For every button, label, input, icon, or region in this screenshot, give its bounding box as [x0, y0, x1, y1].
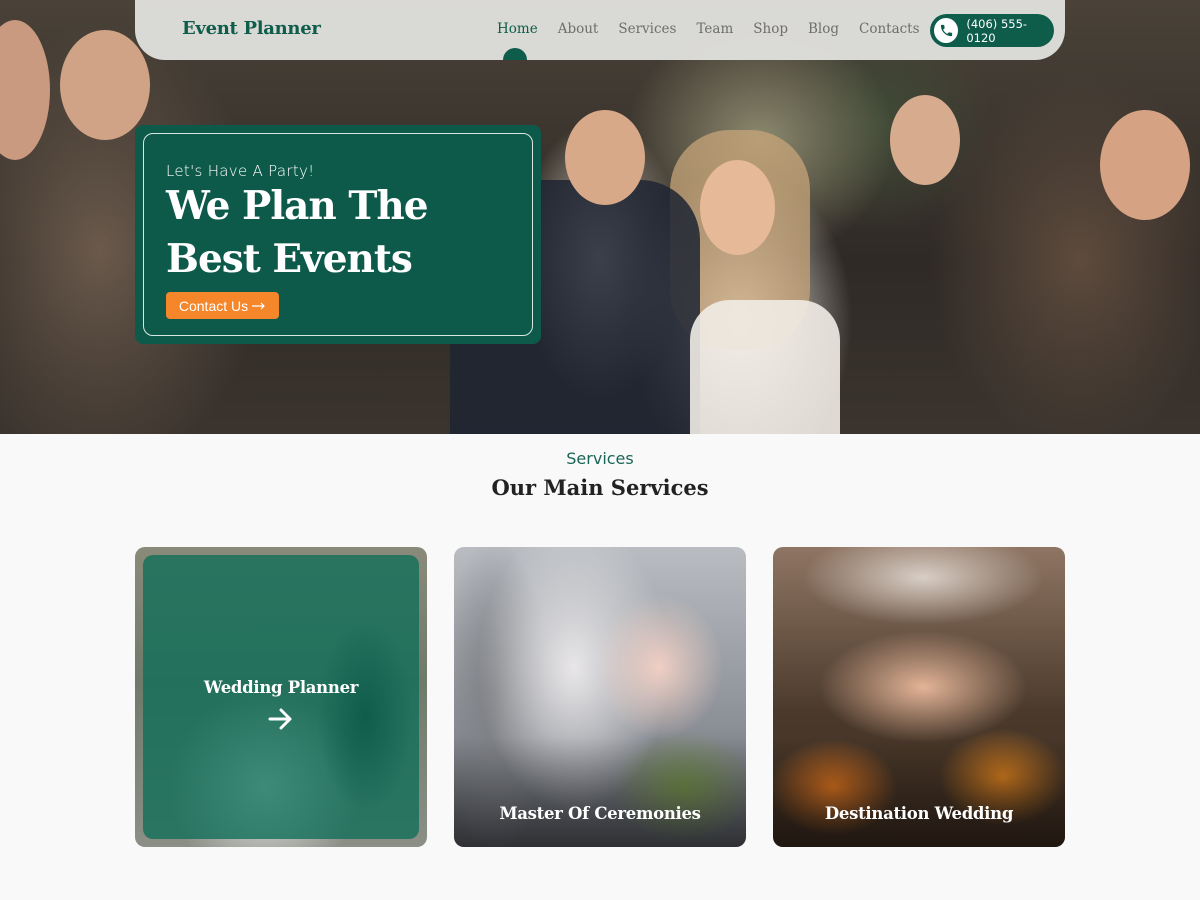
phone-number: (406) 555-0120 [966, 16, 1028, 45]
hero-headline: We Plan The Best Events [166, 183, 429, 282]
contact-us-button[interactable]: Contact Us [166, 292, 279, 319]
card-title: Destination Wedding [824, 804, 1014, 823]
nav-item-services[interactable]: Services [618, 21, 676, 37]
hero-photo-detail [60, 30, 150, 140]
card-shade [773, 737, 1065, 847]
card-shade [454, 737, 746, 847]
service-card-master-of-ceremonies[interactable]: Master Of Ceremonies [454, 547, 746, 847]
nav-item-about[interactable]: About [558, 21, 599, 37]
phone-icon [934, 18, 959, 43]
hero-photo-detail [690, 300, 840, 434]
card-title: Master Of Ceremonies [499, 804, 701, 823]
navbar: Event Planner Home About Services Team S… [135, 0, 1065, 60]
arrow-right-icon [252, 302, 265, 309]
hero-photo-detail [700, 160, 775, 255]
service-card-wedding-planner[interactable]: Wedding Planner [135, 547, 427, 847]
nav-item-home[interactable]: Home [497, 21, 538, 37]
hero-photo-detail [1100, 110, 1190, 220]
nav-item-contacts[interactable]: Contacts [859, 21, 920, 37]
nav-item-blog[interactable]: Blog [808, 21, 839, 37]
main-nav: Home About Services Team Shop Blog Conta… [497, 21, 940, 37]
hero-tagline: Let's Have A Party! [166, 162, 315, 180]
section-title: Our Main Services [491, 475, 709, 500]
contact-us-label: Contact Us [178, 297, 249, 314]
section-eyebrow: Services [566, 449, 634, 468]
hero-photo-detail [890, 95, 960, 185]
hero-card: Let's Have A Party! We Plan The Best Eve… [135, 125, 541, 344]
brand-logo[interactable]: Event Planner [182, 18, 321, 39]
hero-photo-detail [565, 110, 645, 205]
card-title: Wedding Planner [203, 678, 359, 697]
nav-item-shop[interactable]: Shop [753, 21, 788, 37]
hero-photo-detail [0, 20, 50, 160]
card-highlight-overlay [143, 555, 419, 839]
phone-button[interactable]: (406) 555-0120 [930, 14, 1054, 47]
arrow-right-icon[interactable] [268, 707, 294, 731]
nav-item-team[interactable]: Team [696, 21, 733, 37]
service-card-destination-wedding[interactable]: Destination Wedding [773, 547, 1065, 847]
